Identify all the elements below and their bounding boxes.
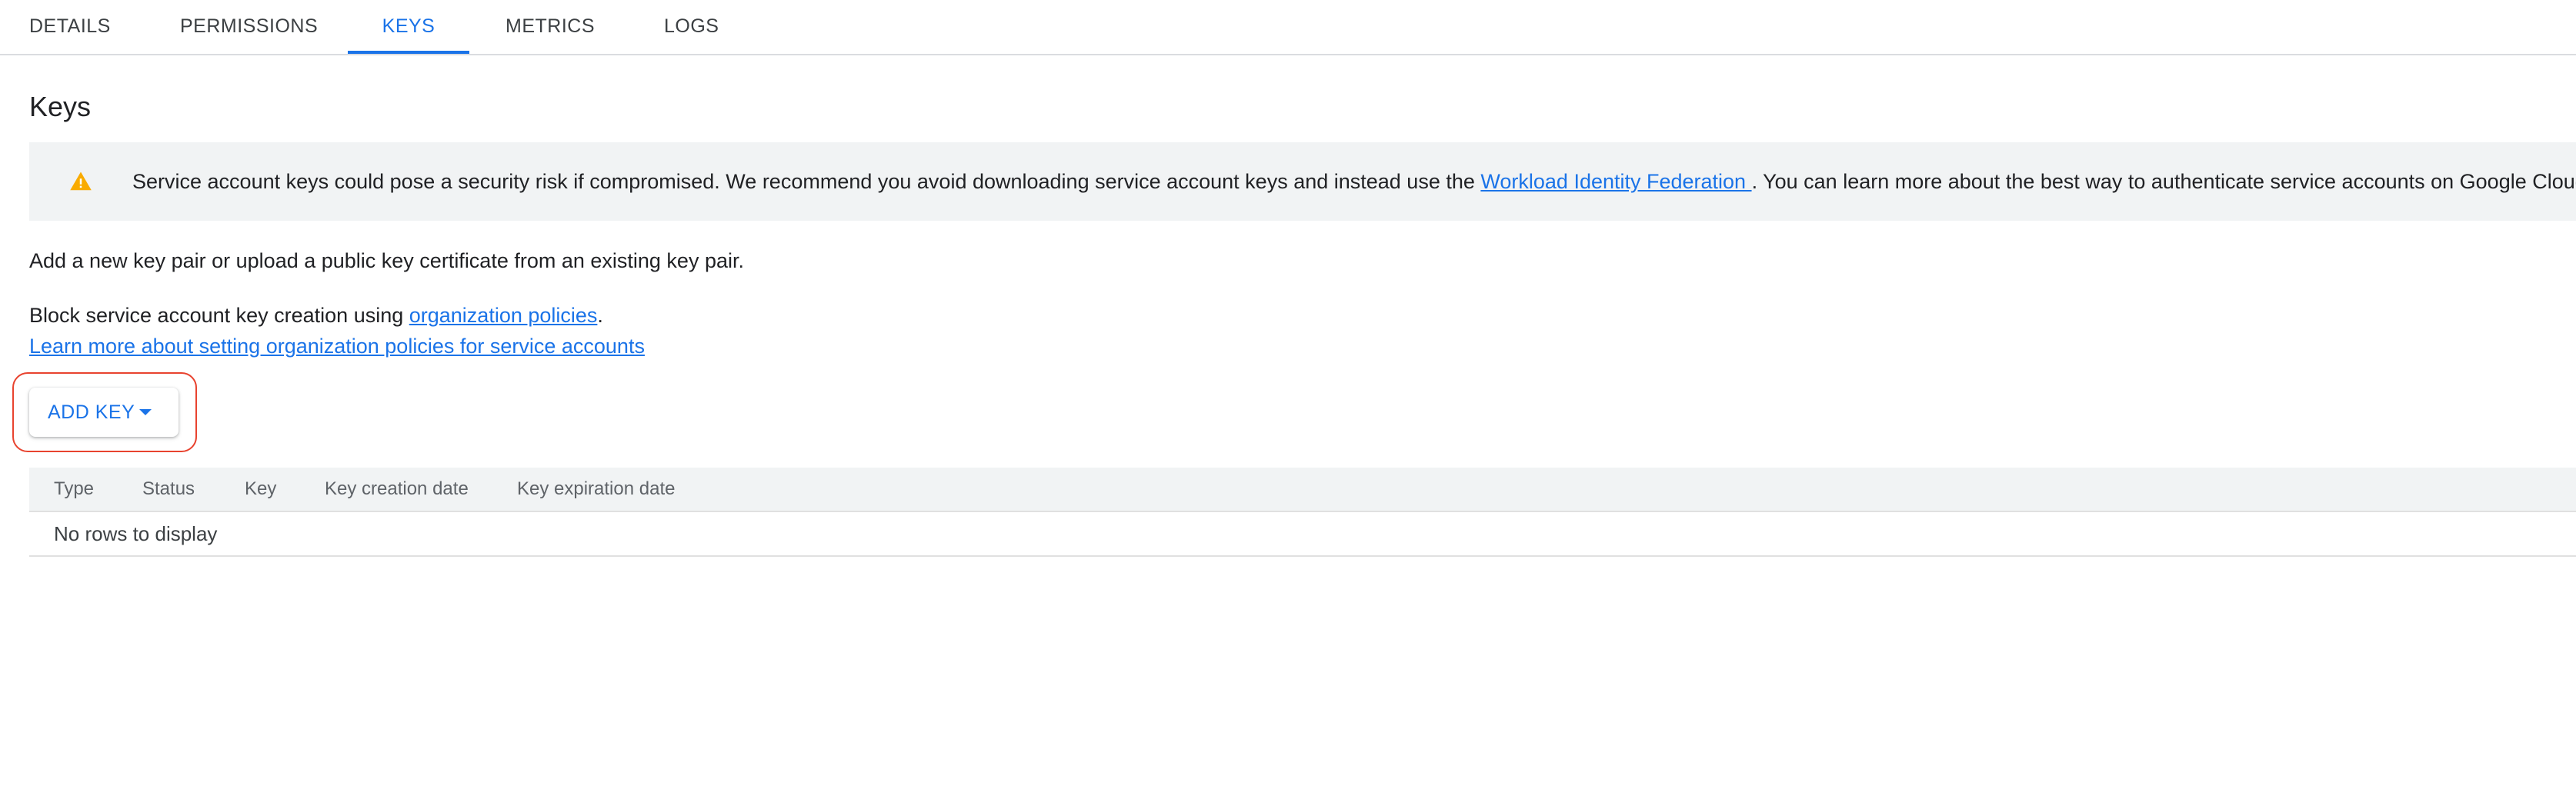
- tab-logs[interactable]: LOGS: [664, 0, 719, 54]
- policy-text-before: Block service account key creation using: [29, 304, 409, 327]
- tab-details[interactable]: DETAILS: [29, 0, 111, 54]
- table-body: No rows to display: [29, 512, 2576, 557]
- policy-text-after: .: [597, 304, 603, 327]
- keys-table: Type Status Key Key creation date Key ex…: [29, 468, 2576, 557]
- tab-metrics[interactable]: METRICS: [506, 0, 595, 54]
- security-warning-banner: Service account keys could pose a securi…: [29, 142, 2576, 221]
- tab-bar: DETAILS PERMISSIONS KEYS METRICS LOGS: [0, 0, 2576, 55]
- banner-message: Service account keys could pose a securi…: [132, 142, 2576, 221]
- add-key-button[interactable]: ADD KEY: [29, 388, 179, 437]
- learn-more-org-policies-link[interactable]: Learn more about setting organization po…: [29, 335, 645, 358]
- empty-table-message: No rows to display: [54, 522, 218, 545]
- workload-identity-federation-link[interactable]: Workload Identity Federation: [1480, 170, 1751, 193]
- policy-text: Block service account key creation using…: [29, 304, 603, 328]
- organization-policies-link[interactable]: organization policies: [409, 304, 598, 327]
- tab-permissions[interactable]: PERMISSIONS: [180, 0, 318, 54]
- intro-text: Add a new key pair or upload a public ke…: [29, 249, 744, 272]
- caret-down-icon: [139, 409, 152, 415]
- add-key-label: ADD KEY: [48, 401, 135, 423]
- column-header-key[interactable]: Key: [245, 468, 276, 511]
- column-header-creation-date[interactable]: Key creation date: [325, 468, 469, 511]
- warning-icon: [70, 172, 92, 191]
- active-tab-indicator: [348, 51, 469, 54]
- page-title: Keys: [29, 91, 92, 122]
- tab-keys[interactable]: KEYS: [348, 0, 469, 54]
- learn-more-row: Learn more about setting organization po…: [29, 335, 645, 358]
- column-header-status[interactable]: Status: [142, 468, 195, 511]
- table-header: Type Status Key Key creation date Key ex…: [29, 468, 2576, 512]
- column-header-type[interactable]: Type: [54, 468, 94, 511]
- banner-text-middle: . You can learn more about the best way …: [1751, 170, 2576, 193]
- column-header-expiration-date[interactable]: Key expiration date: [517, 468, 675, 511]
- banner-text-before: Service account keys could pose a securi…: [132, 170, 1481, 193]
